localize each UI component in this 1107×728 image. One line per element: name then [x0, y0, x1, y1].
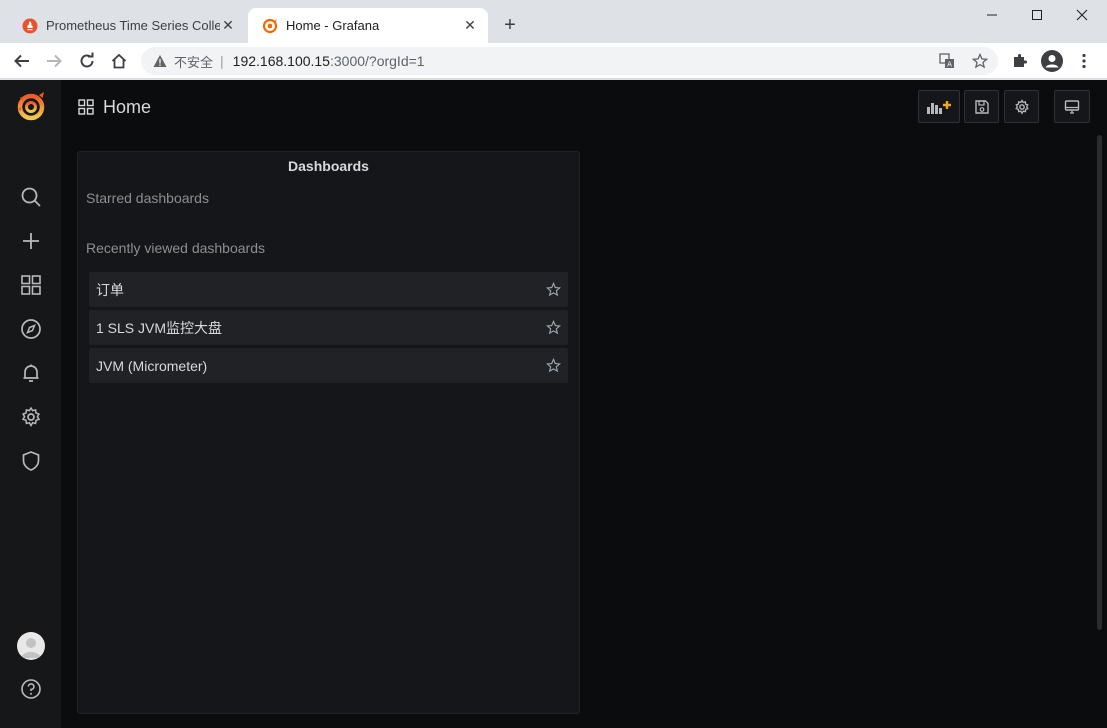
- profile-avatar-icon[interactable]: [1040, 49, 1064, 73]
- bookmark-star-icon[interactable]: [970, 51, 990, 71]
- minimize-icon[interactable]: [969, 0, 1015, 30]
- tab-title: Home - Grafana: [286, 18, 380, 33]
- prometheus-favicon-icon: [22, 18, 38, 34]
- warning-triangle-icon[interactable]: [153, 54, 167, 68]
- address-separator: |: [220, 53, 224, 69]
- side-menu: [0, 80, 61, 728]
- back-arrow-icon[interactable]: [10, 49, 34, 73]
- dashboard-name[interactable]: JVM (Micrometer): [96, 358, 538, 374]
- maximize-icon[interactable]: [1014, 0, 1060, 30]
- grafana-favicon-icon: [262, 18, 278, 34]
- tab-prometheus[interactable]: Prometheus Time Series Collection ✕: [8, 8, 246, 43]
- dashboard-name[interactable]: 1 SLS JVM监控大盘: [96, 318, 538, 338]
- configuration-gear-icon[interactable]: [0, 397, 61, 437]
- recent-dashboards-heading: Recently viewed dashboards: [86, 240, 265, 256]
- browser-tab-strip: Prometheus Time Series Collection ✕ Home…: [0, 0, 1107, 43]
- list-item[interactable]: 订单: [89, 272, 568, 307]
- tv-mode-button[interactable]: [1054, 90, 1090, 123]
- dashboard-grid-icon: [78, 99, 94, 115]
- home-icon[interactable]: [107, 49, 131, 73]
- browser-menu-icon[interactable]: [1072, 49, 1096, 73]
- alerting-bell-icon[interactable]: [0, 353, 61, 393]
- star-icon[interactable]: [538, 282, 568, 297]
- page-title[interactable]: Home: [103, 97, 151, 118]
- reload-icon[interactable]: [75, 49, 99, 73]
- list-item[interactable]: JVM (Micrometer): [89, 348, 568, 383]
- tab-title: Prometheus Time Series Collection: [46, 18, 220, 33]
- svg-text:A: A: [947, 61, 952, 69]
- tab-close-icon[interactable]: ✕: [462, 17, 478, 34]
- add-panel-icon: [926, 99, 952, 115]
- url-path: :3000/?orgId=1: [329, 53, 425, 69]
- tab-grafana-home[interactable]: Home - Grafana ✕: [248, 8, 488, 43]
- browser-toolbar: 不安全 | 192.168.100.15 :3000/?orgId=1 A: [0, 43, 1107, 79]
- security-status-label[interactable]: 不安全: [174, 52, 213, 71]
- extensions-puzzle-icon[interactable]: [1008, 49, 1032, 73]
- dashboard-settings-button[interactable]: [1004, 90, 1039, 123]
- search-icon[interactable]: [0, 177, 61, 217]
- plus-icon[interactable]: [0, 221, 61, 261]
- starred-dashboards-heading: Starred dashboards: [86, 190, 209, 206]
- dashboard-title-bar[interactable]: Home: [78, 95, 151, 119]
- window-close-icon[interactable]: [1059, 0, 1105, 30]
- panel-title[interactable]: Dashboards: [78, 158, 579, 174]
- list-item[interactable]: 1 SLS JVM监控大盘: [89, 310, 568, 345]
- grafana-logo-icon[interactable]: [0, 86, 61, 126]
- translate-icon[interactable]: A: [937, 51, 957, 71]
- dashboards-icon[interactable]: [0, 265, 61, 305]
- grafana-app: Home Dashboards Starred dashboards Recen…: [0, 80, 1107, 728]
- forward-arrow-icon[interactable]: [42, 49, 66, 73]
- help-icon[interactable]: [0, 669, 61, 709]
- dashboards-panel: Dashboards Starred dashboards Recently v…: [77, 151, 580, 714]
- settings-gear-icon: [1014, 98, 1030, 115]
- save-icon: [974, 99, 990, 115]
- save-dashboard-button[interactable]: [964, 90, 999, 123]
- star-icon[interactable]: [538, 320, 568, 335]
- add-panel-button[interactable]: [918, 90, 960, 123]
- explore-compass-icon[interactable]: [0, 309, 61, 349]
- tv-monitor-icon: [1064, 99, 1080, 115]
- server-admin-shield-icon[interactable]: [0, 441, 61, 481]
- address-bar[interactable]: 不安全 | 192.168.100.15 :3000/?orgId=1 A: [141, 47, 998, 75]
- user-avatar[interactable]: [0, 626, 61, 666]
- star-icon[interactable]: [538, 358, 568, 373]
- tab-close-icon[interactable]: ✕: [220, 17, 236, 34]
- page-scrollbar[interactable]: [1097, 135, 1102, 630]
- avatar: [16, 632, 45, 660]
- new-tab-button[interactable]: +: [500, 15, 520, 35]
- url-host: 192.168.100.15: [232, 53, 330, 69]
- dashboard-name[interactable]: 订单: [96, 280, 538, 300]
